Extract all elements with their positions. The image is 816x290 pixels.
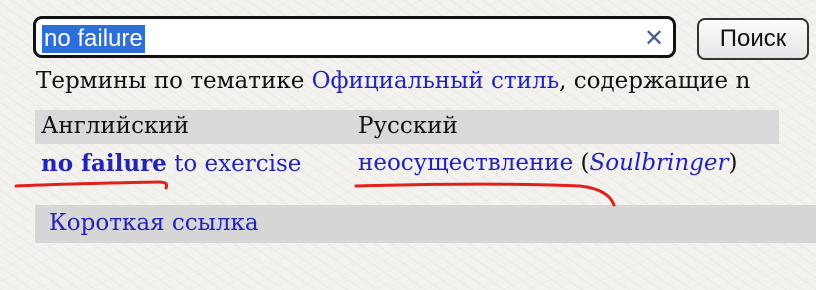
red-underline-russian [354, 182, 616, 207]
annotation-layer [14, 180, 616, 207]
red-underline-english [14, 180, 169, 190]
